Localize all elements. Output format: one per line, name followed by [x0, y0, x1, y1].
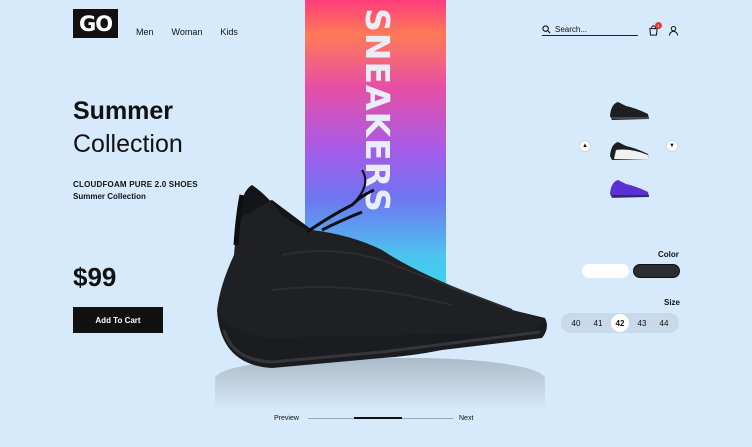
nav-item-woman[interactable]: Woman: [172, 27, 203, 37]
thumbnail-white[interactable]: [606, 134, 652, 164]
size-label: Size: [664, 298, 681, 307]
arrow-down-icon[interactable]: ▼: [666, 140, 678, 152]
search-placeholder: Search...: [555, 24, 588, 34]
nav-item-kids[interactable]: Kids: [220, 27, 238, 37]
title-collection: Collection: [73, 130, 183, 158]
size-option-selected[interactable]: 42: [611, 314, 629, 332]
nav-item-men[interactable]: Men: [136, 27, 154, 37]
color-swatch-white[interactable]: [582, 264, 629, 278]
user-icon[interactable]: [668, 25, 679, 36]
arrow-up-icon[interactable]: ▲: [579, 140, 591, 152]
search-icon: [542, 24, 551, 33]
next-link[interactable]: Next: [459, 415, 473, 422]
size-option[interactable]: 44: [655, 314, 673, 332]
size-option[interactable]: 40: [567, 314, 585, 332]
add-to-cart-button[interactable]: Add To Cart: [73, 307, 163, 333]
size-option[interactable]: 41: [589, 314, 607, 332]
cart-count-badge: 1: [655, 22, 662, 29]
product-subtitle: Summer Collection: [73, 192, 146, 201]
thumbnail-purple[interactable]: [606, 172, 652, 202]
pager-progress[interactable]: [354, 417, 402, 419]
title-summer: Summer: [73, 97, 174, 125]
thumbnail-black[interactable]: [606, 94, 652, 124]
size-option[interactable]: 43: [633, 314, 651, 332]
main-nav: Men Woman Kids: [136, 27, 238, 37]
size-selector: 40 41 42 43 44: [561, 313, 679, 333]
logo[interactable]: GO: [73, 9, 118, 38]
product-name: CLOUDFOAM PURE 2.0 SHOES: [73, 180, 198, 189]
color-label: Color: [658, 250, 679, 259]
sneaker-image: [217, 169, 547, 368]
search-field[interactable]: Search...: [542, 23, 638, 36]
color-swatch-black[interactable]: [633, 264, 680, 278]
price: $99: [73, 262, 117, 292]
prev-link[interactable]: Preview: [274, 415, 299, 422]
